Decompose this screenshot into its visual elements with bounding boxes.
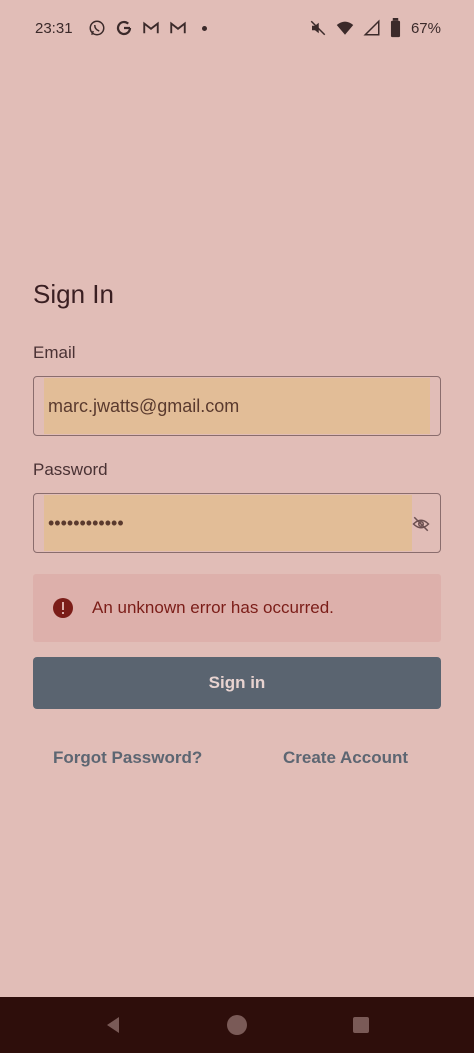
google-icon — [115, 19, 133, 37]
password-field[interactable] — [33, 493, 441, 553]
home-icon — [226, 1014, 248, 1036]
status-time: 23:31 — [35, 19, 73, 37]
status-right: 67% — [309, 18, 441, 38]
recents-button[interactable] — [349, 1013, 373, 1037]
email-label: Email — [33, 343, 76, 362]
gmail-icon — [142, 19, 160, 37]
notification-dot-icon — [201, 25, 207, 31]
gmail-icon — [169, 19, 187, 37]
password-input[interactable] — [48, 494, 388, 552]
back-button[interactable] — [101, 1013, 125, 1037]
status-left: 23:31 — [35, 19, 207, 37]
home-button[interactable] — [225, 1013, 249, 1037]
wifi-icon — [336, 19, 354, 37]
back-icon — [103, 1015, 123, 1035]
sign-in-button[interactable]: Sign in — [33, 657, 441, 709]
create-account-link[interactable]: Create Account — [283, 748, 408, 768]
toggle-visibility-button[interactable] — [410, 513, 432, 535]
recents-icon — [352, 1016, 370, 1034]
navigation-bar — [0, 997, 474, 1053]
error-banner: An unknown error has occurred. — [33, 574, 441, 642]
whatsapp-icon — [88, 19, 106, 37]
forgot-password-link[interactable]: Forgot Password? — [53, 748, 202, 768]
mute-icon — [309, 19, 327, 37]
email-input[interactable] — [48, 377, 418, 435]
password-label: Password — [33, 460, 108, 479]
email-field[interactable] — [33, 376, 441, 436]
battery-icon — [390, 18, 402, 38]
signal-icon — [363, 19, 381, 37]
page-title: Sign In — [33, 279, 114, 309]
battery-percent: 67% — [410, 19, 441, 37]
error-message: An unknown error has occurred. — [92, 598, 334, 617]
error-icon — [52, 597, 74, 619]
eye-off-icon — [412, 515, 430, 533]
status-bar: 23:31 67% — [0, 0, 474, 56]
